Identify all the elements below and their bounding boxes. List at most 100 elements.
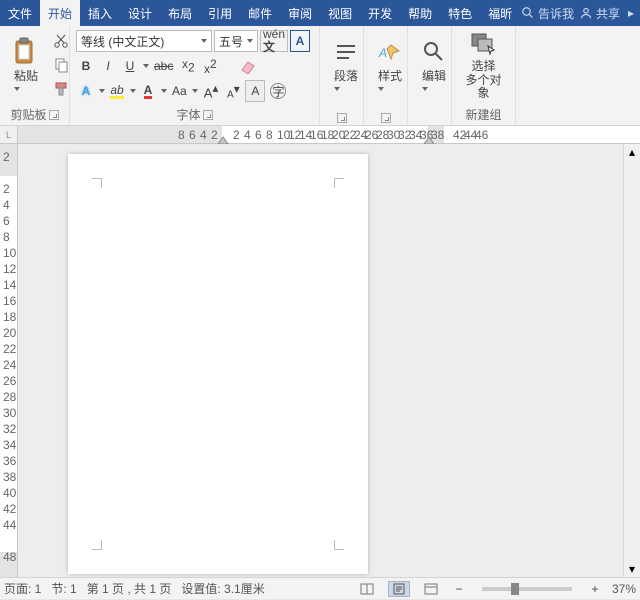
horizontal-ruler[interactable]: 8642246810121416182022242628303234363842… (18, 126, 640, 144)
editing-button[interactable]: 编辑 (412, 28, 456, 102)
zoom-out-button[interactable]: − (452, 578, 466, 600)
paste-button[interactable]: 粘贴 (4, 28, 48, 102)
view-web-layout[interactable] (420, 581, 442, 597)
web-layout-icon (424, 583, 438, 595)
document-canvas[interactable] (18, 144, 623, 577)
zoom-percent[interactable]: 37% (612, 582, 636, 596)
status-setvalue[interactable]: 设置值: 3.1厘米 (181, 580, 264, 597)
paragraph-dialog-launcher[interactable] (337, 113, 347, 123)
tab-help[interactable]: 帮助 (400, 0, 440, 26)
phonetic-guide-button[interactable]: wén文 (260, 30, 288, 52)
tab-foxit[interactable]: 福昕 (480, 0, 520, 26)
text-effects-button[interactable]: A (76, 80, 96, 102)
vertical-ruler[interactable]: 2246810121416182022242628303234363840424… (0, 144, 18, 577)
group-clipboard: 粘贴 剪贴板 (0, 26, 70, 125)
grow-font-icon: A▴ (204, 81, 219, 100)
grow-font-button[interactable]: A▴ (201, 80, 222, 102)
right-indent-marker[interactable] (424, 134, 434, 144)
font-color-button[interactable]: A (138, 80, 158, 102)
paragraph-icon (330, 36, 362, 68)
select-multi-label2: 多个对象 (465, 73, 501, 100)
crop-mark (92, 178, 102, 188)
format-painter-icon (53, 81, 69, 97)
tab-references[interactable]: 引用 (200, 0, 240, 26)
text-effects-icon: A (82, 84, 91, 98)
change-case-button[interactable]: Aa (169, 80, 190, 102)
phonetic-icon: wén文 (263, 28, 285, 54)
tab-layout[interactable]: 布局 (160, 0, 200, 26)
ribbon: 粘贴 剪贴板 等线 (中文正文) 五号 wén文 A B I U abc (0, 26, 640, 126)
clipboard-dialog-launcher[interactable] (49, 110, 59, 120)
styles-dialog-launcher[interactable] (381, 113, 391, 123)
highlight-button[interactable]: ab (107, 80, 127, 102)
format-painter-button[interactable] (50, 78, 72, 100)
italic-button[interactable]: I (98, 55, 118, 77)
group-editing: 编辑 (408, 26, 452, 125)
text-effects-dropdown[interactable] (98, 80, 105, 102)
cut-button[interactable] (50, 30, 72, 52)
page (68, 154, 368, 574)
zoom-in-button[interactable]: + (588, 578, 602, 600)
superscript-icon: x2 (204, 57, 217, 76)
tab-view[interactable]: 视图 (320, 0, 360, 26)
group-paragraph: 段落 (320, 26, 364, 125)
font-color-icon: A (144, 83, 153, 99)
clear-formatting-button[interactable] (236, 55, 260, 77)
group-styles: A 样式 (364, 26, 408, 125)
superscript-button[interactable]: x2 (200, 55, 220, 77)
overflow-chevron[interactable]: ▸ (626, 6, 636, 20)
select-multiple-objects-button[interactable]: 选择多个对象 (456, 28, 511, 102)
view-read-mode[interactable] (356, 581, 378, 597)
character-border-button[interactable]: A (290, 30, 310, 52)
font-size-combo[interactable]: 五号 (214, 30, 258, 52)
shrink-font-icon: A▾ (227, 82, 240, 100)
enclose-character-button[interactable]: 字 (267, 80, 289, 102)
paragraph-button[interactable]: 段落 (324, 28, 368, 102)
left-indent-marker[interactable] (218, 134, 228, 144)
status-section[interactable]: 节: 1 (51, 580, 76, 597)
font-color-dropdown[interactable] (160, 80, 167, 102)
tab-special[interactable]: 特色 (440, 0, 480, 26)
bold-button[interactable]: B (76, 55, 96, 77)
tab-insert[interactable]: 插入 (80, 0, 120, 26)
status-bar: 页面: 1 节: 1 第 1 页 , 共 1 页 设置值: 3.1厘米 − + … (0, 577, 640, 599)
tab-developer[interactable]: 开发 (360, 0, 400, 26)
highlight-icon: ab (110, 83, 123, 99)
zoom-slider[interactable] (482, 587, 572, 591)
find-icon (418, 36, 450, 68)
group-font: 等线 (中文正文) 五号 wén文 A B I U abc x2 x2 A ab… (70, 26, 320, 125)
character-shading-button[interactable]: A (245, 80, 265, 102)
underline-button[interactable]: U (120, 55, 140, 77)
share-button[interactable]: 共享 (580, 5, 620, 22)
underline-icon: U (126, 59, 135, 73)
tab-design[interactable]: 设计 (120, 0, 160, 26)
group-new: 选择多个对象 新建组 (452, 26, 516, 125)
styles-button[interactable]: A 样式 (368, 28, 412, 102)
highlight-dropdown[interactable] (129, 80, 136, 102)
crop-mark (92, 540, 102, 550)
subscript-button[interactable]: x2 (178, 55, 198, 77)
read-mode-icon (360, 583, 374, 595)
tab-mailings[interactable]: 邮件 (240, 0, 280, 26)
change-case-dropdown[interactable] (192, 80, 199, 102)
font-dialog-launcher[interactable] (203, 110, 213, 120)
subscript-icon: x2 (182, 57, 195, 74)
strikethrough-button[interactable]: abc (151, 55, 176, 77)
status-pages[interactable]: 第 1 页 , 共 1 页 (87, 580, 172, 597)
ruler-corner[interactable]: L (0, 126, 18, 144)
underline-dropdown[interactable] (142, 55, 149, 77)
tab-home[interactable]: 开始 (40, 0, 80, 26)
strike-icon: abc (154, 59, 173, 73)
tab-file[interactable]: 文件 (0, 0, 40, 26)
font-name-combo[interactable]: 等线 (中文正文) (76, 30, 212, 52)
tab-review[interactable]: 审阅 (280, 0, 320, 26)
copy-button[interactable] (50, 54, 72, 76)
status-page[interactable]: 页面: 1 (4, 580, 41, 597)
shrink-font-button[interactable]: A▾ (223, 80, 243, 102)
zoom-slider-thumb[interactable] (511, 583, 519, 595)
crop-mark (334, 540, 344, 550)
vertical-scrollbar[interactable]: ▴ ▾ (623, 144, 640, 577)
tell-me-search[interactable]: 告诉我 (522, 5, 574, 22)
italic-icon: I (106, 59, 109, 73)
view-print-layout[interactable] (388, 581, 410, 597)
